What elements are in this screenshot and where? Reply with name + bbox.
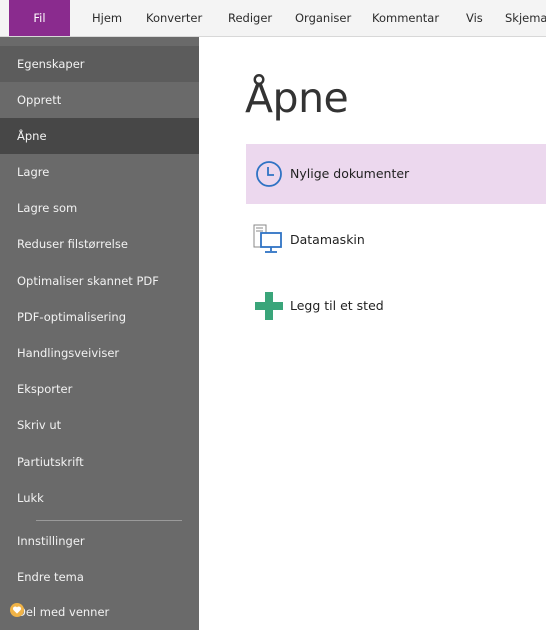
clock-icon bbox=[255, 160, 283, 191]
sidebar-divider bbox=[36, 520, 182, 521]
sidebar-item-apne[interactable]: Åpne bbox=[0, 118, 199, 154]
sidebar-item-partiutskrift[interactable]: Partiutskrift bbox=[0, 444, 199, 480]
tab-fil[interactable]: Fil bbox=[9, 0, 70, 36]
sidebar-item-lagre-som[interactable]: Lagre som bbox=[0, 190, 199, 226]
sidebar-item-lagre[interactable]: Lagre bbox=[0, 154, 199, 190]
tab-vis[interactable]: Vis bbox=[466, 0, 483, 36]
option-label: Nylige dokumenter bbox=[290, 166, 410, 181]
option-label: Datamaskin bbox=[290, 232, 365, 247]
sidebar-item-reduser-filstorrelse[interactable]: Reduser filstørrelse bbox=[0, 226, 199, 262]
sidebar-item-handlingsveiviser[interactable]: Handlingsveiviser bbox=[0, 335, 199, 371]
plus-icon bbox=[254, 291, 284, 324]
sidebar-item-eksporter[interactable]: Eksporter bbox=[0, 371, 199, 407]
sidebar-item-egenskaper[interactable]: Egenskaper bbox=[0, 46, 199, 82]
sidebar-item-opprett[interactable]: Opprett bbox=[0, 82, 199, 118]
sidebar-item-lukk[interactable]: Lukk bbox=[0, 480, 199, 516]
file-sidebar: Egenskaper Opprett Åpne Lagre Lagre som … bbox=[0, 37, 199, 630]
sidebar-item-skriv-ut[interactable]: Skriv ut bbox=[0, 407, 199, 443]
sidebar-item-pdf-optimalisering[interactable]: PDF-optimalisering bbox=[0, 299, 199, 335]
tab-skjema[interactable]: Skjema bbox=[505, 0, 546, 36]
tab-kommentar[interactable]: Kommentar bbox=[372, 0, 439, 36]
ribbon-tab-bar: Fil Hjem Konverter Rediger Organiser Kom… bbox=[0, 0, 546, 37]
sidebar-item-innstillinger[interactable]: Innstillinger bbox=[0, 523, 199, 559]
tab-organiser[interactable]: Organiser bbox=[295, 0, 351, 36]
option-datamaskin[interactable]: Datamaskin bbox=[246, 210, 546, 270]
tab-hjem[interactable]: Hjem bbox=[92, 0, 122, 36]
option-legg-til-et-sted[interactable]: Legg til et sted bbox=[246, 276, 546, 336]
sidebar-item-endre-tema[interactable]: Endre tema bbox=[0, 559, 199, 595]
sidebar-item-del-med-venner[interactable]: Del med venner bbox=[0, 594, 199, 630]
option-nylige-dokumenter[interactable]: Nylige dokumenter bbox=[246, 144, 546, 204]
computer-icon bbox=[253, 224, 283, 259]
option-label: Legg til et sted bbox=[290, 298, 384, 313]
tab-rediger[interactable]: Rediger bbox=[228, 0, 272, 36]
heart-icon bbox=[10, 603, 24, 617]
sidebar-item-optimaliser-skannet-pdf[interactable]: Optimaliser skannet PDF bbox=[0, 263, 199, 299]
tab-konverter[interactable]: Konverter bbox=[146, 0, 202, 36]
page-title: Åpne bbox=[245, 74, 349, 122]
